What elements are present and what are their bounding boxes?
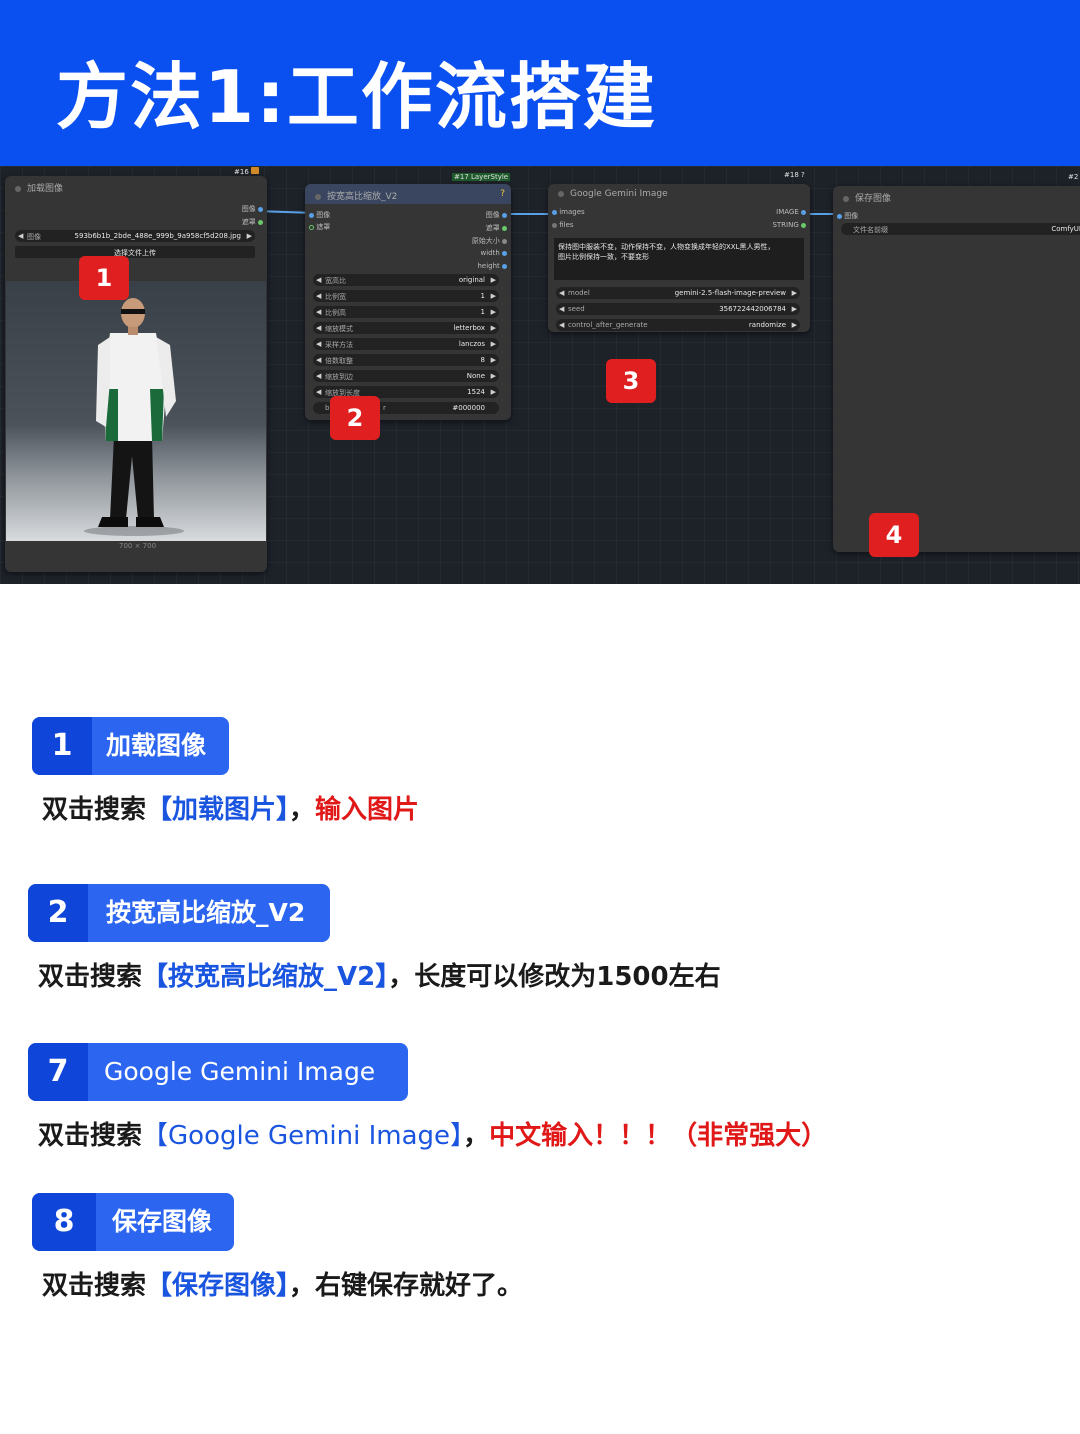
node-status-dot (15, 185, 21, 192)
gemini-node[interactable]: Google Gemini Image images files IMAGE S… (548, 184, 810, 332)
step-1-label: 加载图像 (106, 731, 207, 760)
image-select-widget[interactable]: ◀ 图像 593b6b1b_2bde_488e_999b_9a958cf5d20… (15, 230, 255, 242)
save-input-image[interactable]: 图像 (837, 211, 858, 221)
step-1-description: 双击搜索【加载图片】，输入图片 (42, 795, 420, 825)
wire-load-to-scale (261, 210, 309, 214)
arrow-right-icon[interactable]: ▶ (247, 232, 252, 240)
step-7-pill: 7 Google Gemini Image (28, 1043, 408, 1101)
gemini-input-images[interactable]: images (552, 208, 585, 216)
scale-input-image[interactable]: 图像 (309, 210, 330, 220)
node-status-dot (558, 190, 564, 197)
preview-image (6, 281, 266, 541)
gemini-input-files[interactable]: files (552, 221, 574, 229)
person-figure (84, 298, 184, 536)
scale-node[interactable]: 按宽高比缩放_V2 ? 图像 遮罩 图像 遮罩 原始大小 width heigh… (305, 184, 511, 420)
scale-output-image[interactable]: 图像 (486, 210, 507, 220)
scale-output-width[interactable]: width (480, 249, 507, 257)
prompt-textarea[interactable]: 保持图中服装不变，动作保持不变，人物变换成年轻的XXL黑人男性， 图片比例保持一… (554, 238, 804, 280)
load-node-title: 加载图像 (27, 184, 64, 194)
badge-1: 1 (79, 256, 129, 300)
widget-model[interactable]: ◀ model gemini-2.5-flash-image-preview ▶ (556, 287, 800, 299)
step-2-label: 按宽高比缩放_V2 (106, 898, 306, 927)
upload-button[interactable]: 选择文件上传 (15, 246, 255, 258)
workflow-canvas[interactable]: 加载图像 图像 遮罩 ◀ 图像 593b6b1b_2bde_488e_999b_… (0, 166, 1080, 584)
widget-sampling-method[interactable]: ◀ 采样方法 lanczos ▶ (313, 338, 499, 350)
load-output-mask[interactable]: 遮罩 (242, 217, 263, 227)
gemini-output-image[interactable]: IMAGE (776, 208, 806, 216)
save-node-title: 保存图像 (855, 194, 892, 204)
badge-3: 3 (606, 359, 656, 403)
step-7-label: Google Gemini Image (104, 1057, 376, 1086)
widget-round-multiple[interactable]: ◀ 倍数取整 8 ▶ (313, 354, 499, 366)
step-1-number: 1 (32, 717, 92, 775)
gemini-output-string[interactable]: STRING (772, 221, 806, 229)
step-8-pill: 8 保存图像 (32, 1193, 234, 1251)
step-2-description: 双击搜索【按宽高比缩放_V2】，长度可以修改为1500左右 (38, 962, 721, 992)
page-title: 方法1:工作流搭建 (56, 55, 657, 139)
widget-control-after-generate[interactable]: ◀ control_after_generate randomize ▶ (556, 319, 800, 331)
step-8-label: 保存图像 (112, 1207, 213, 1236)
step-7-number: 7 (28, 1043, 88, 1101)
gemini-node-tag: #18 ? (784, 171, 805, 179)
scale-node-title: 按宽高比缩放_V2 (327, 192, 398, 202)
step-8-description: 双击搜索【保存图像】，右键保存就好了。 (42, 1271, 524, 1301)
scale-output-size[interactable]: 原始大小 (472, 236, 507, 246)
scale-output-height[interactable]: height (477, 262, 507, 270)
image-size-caption: 700 × 700 (119, 542, 157, 550)
step-7-description: 双击搜索【Google Gemini Image】，中文输入！！！（非常强大） (38, 1121, 828, 1151)
step-2-pill: 2 按宽高比缩放_V2 (28, 884, 330, 942)
step-8-number: 8 (32, 1193, 96, 1251)
widget-ratio-height[interactable]: ◀ 比例高 1 ▶ (313, 306, 499, 318)
widget-scale-side[interactable]: ◀ 缩放到边 None ▶ (313, 370, 499, 382)
widget-ratio-width[interactable]: ◀ 比例宽 1 ▶ (313, 290, 499, 302)
widget-filename-prefix[interactable]: 文件名前缀 ComfyUI (841, 223, 1080, 235)
badge-4: 4 (869, 513, 919, 557)
scale-input-mask[interactable]: 遮罩 (309, 222, 330, 232)
load-output-image[interactable]: 图像 (242, 204, 263, 214)
step-2-number: 2 (28, 884, 88, 942)
step-1-pill: 1 加载图像 (32, 717, 229, 775)
arrow-left-icon[interactable]: ◀ (18, 232, 23, 240)
widget-seed[interactable]: ◀ seed 356722442006784 ▶ (556, 303, 800, 315)
header-banner: 方法1:工作流搭建 (0, 0, 1080, 166)
save-image-node[interactable]: 保存图像 图像 文件名前缀 ComfyUI (833, 186, 1080, 552)
widget-aspect-ratio[interactable]: ◀ 宽高比 original ▶ (313, 274, 499, 286)
node-status-dot (315, 193, 321, 200)
node-status-dot (843, 195, 849, 202)
save-node-tag: #2 (1068, 173, 1079, 181)
scale-node-tag: #17 LayerStyle (452, 173, 511, 181)
help-icon[interactable]: ? (500, 189, 505, 199)
gemini-node-title: Google Gemini Image (570, 189, 668, 199)
scale-output-mask[interactable]: 遮罩 (486, 223, 507, 233)
widget-fit-mode[interactable]: ◀ 缩放模式 letterbox ▶ (313, 322, 499, 334)
badge-2: 2 (330, 396, 380, 440)
load-node-tag: #16 (234, 167, 260, 176)
